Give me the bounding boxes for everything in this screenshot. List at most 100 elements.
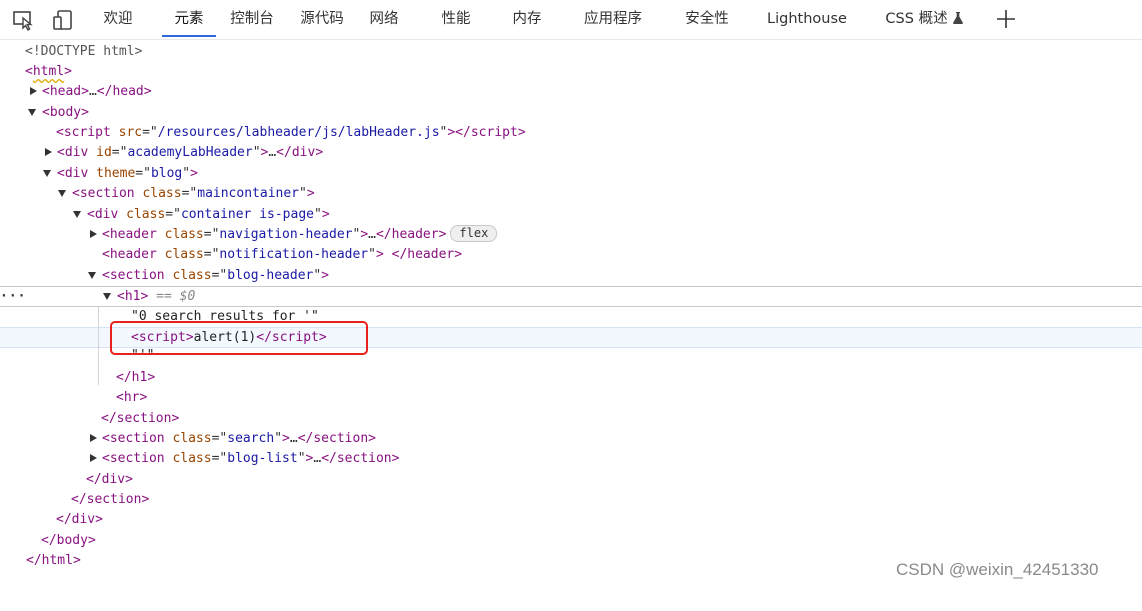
attr-value: search [227,431,275,446]
inspect-element-icon[interactable] [12,9,34,31]
tag-name: div [291,145,316,160]
tab-application[interactable]: 应用程序 [580,0,646,39]
dom-node-section-blog-header[interactable]: <section class="blog-header"> [0,266,1142,286]
tag-name: /section [78,492,142,507]
attr-name: class [172,268,212,283]
indent-guide [98,307,99,385]
dom-node-section-search[interactable]: <section class="search">…</section> [0,429,1142,449]
more-actions-icon[interactable]: ··· [0,287,25,307]
node-code: <h1> == $0 [117,289,196,304]
node-code: <header class="notification-header"> </h… [102,247,463,262]
new-tab-icon[interactable] [995,8,1017,30]
dom-tree: <!DOCTYPE html> <html> <head>…</head> <b… [0,41,1142,589]
dom-node-head[interactable]: <head>…</head> [0,82,1142,102]
tag-name: script [63,125,111,140]
device-emulation-icon[interactable] [52,9,74,31]
dom-node-body-close[interactable]: </body> [0,531,1142,551]
expand-triangle-icon[interactable] [30,87,37,95]
tag-name: section [109,268,165,283]
tab-network[interactable]: 网络 [365,0,403,39]
node-code: </div> [86,472,133,487]
ellipsis: … [88,84,97,99]
node-code: <div id="academyLabHeader">…</div> [57,145,324,160]
tag-name: /body [48,533,88,548]
dom-node-section-bloglist[interactable]: <section class="blog-list">…</section> [0,449,1142,469]
tab-label: 内存 [512,11,542,27]
attr-name: class [172,451,212,466]
tab-console[interactable]: 控制台 [226,0,278,39]
tab-sources[interactable]: 源代码 [296,0,348,39]
tag-name: body [49,105,82,120]
collapse-triangle-icon[interactable] [73,211,81,218]
node-code: </div> [56,512,103,527]
attr-name: id [96,145,112,160]
collapse-triangle-icon[interactable] [58,190,66,197]
collapse-triangle-icon[interactable] [103,293,111,300]
dom-node-div-close[interactable]: </div> [0,470,1142,490]
collapse-triangle-icon[interactable] [28,109,36,116]
tab-label: 网络 [369,11,399,27]
attr-name: class [164,227,204,242]
dom-node-section-close[interactable]: </section> [0,490,1142,510]
dom-node-doctype[interactable]: <!DOCTYPE html> [0,42,1142,62]
dom-node-header-nav[interactable]: <header class="navigation-header">…</hea… [0,225,1142,245]
tab-performance[interactable]: 性能 [437,0,475,39]
dom-node-html[interactable]: <html> [0,62,1142,82]
dom-node-hr[interactable]: <hr> [0,388,1142,408]
node-code: <div class="container is-page"> [87,207,330,222]
node-code: </body> [41,533,96,548]
tag-name: section [79,186,135,201]
ellipsis: … [313,451,322,466]
tag-name: header [109,247,157,262]
tag-name: section [109,431,165,446]
expand-triangle-icon[interactable] [45,148,52,156]
dom-node-header-notification[interactable]: <header class="notification-header"> </h… [0,245,1142,265]
expand-triangle-icon[interactable] [90,434,97,442]
node-code: <head>…</head> [42,84,152,99]
tab-memory[interactable]: 内存 [508,0,546,39]
doctype-text: <!DOCTYPE html> [25,44,143,59]
dom-node-h1-selected[interactable]: ··· <h1> == $0 [0,286,1142,307]
ellipsis: … [268,145,277,160]
dom-node-h1-close[interactable]: </h1> [0,368,1142,388]
tab-css-overview[interactable]: CSS 概述 [882,0,966,39]
flex-badge[interactable]: flex [450,225,498,242]
node-code: <hr> [116,390,148,405]
tab-label: 性能 [441,11,471,27]
dom-node-div-container[interactable]: <div class="container is-page"> [0,205,1142,225]
attr-name: class [164,247,204,262]
tag-name: head [112,84,144,99]
collapse-triangle-icon[interactable] [43,170,51,177]
node-code: </section> [101,411,180,426]
collapse-triangle-icon[interactable] [88,272,96,279]
tab-label: 源代码 [300,11,344,27]
tag-name: header [109,227,157,242]
expand-triangle-icon[interactable] [90,454,97,462]
highlight-box [110,321,368,355]
dom-node-body[interactable]: <body> [0,103,1142,123]
tab-welcome[interactable]: 欢迎 [98,0,138,39]
dom-node-section-close[interactable]: </section> [0,409,1142,429]
tag-name: section [313,431,369,446]
dom-node-script-labheader[interactable]: <script src="/resources/labheader/js/lab… [0,123,1142,143]
attr-value: blog-header [227,268,314,283]
attr-value: container is-page [180,207,314,222]
dom-node-div-close[interactable]: </div> [0,510,1142,530]
tab-label: CSS 概述 [885,11,948,27]
tab-elements[interactable]: 元素 [162,0,216,39]
expand-triangle-icon[interactable] [90,230,97,238]
tag-name: head [49,84,82,99]
tag-name: header [391,227,439,242]
dom-node-div-academy[interactable]: <div id="academyLabHeader">…</div> [0,143,1142,163]
tag-name: /html [33,553,73,568]
node-code: </section> [71,492,150,507]
tag-name: /h1 [123,370,148,385]
tab-security[interactable]: 安全性 [680,0,734,39]
flask-icon [952,1,963,39]
attr-value: navigation-header [219,227,353,242]
dom-node-section-main[interactable]: <section class="maincontainer"> [0,184,1142,204]
tab-lighthouse[interactable]: Lighthouse [766,0,848,39]
attr-value: blog [150,166,183,181]
dom-node-div-theme[interactable]: <div theme="blog"> [0,164,1142,184]
attr-value: notification-header [219,247,369,262]
